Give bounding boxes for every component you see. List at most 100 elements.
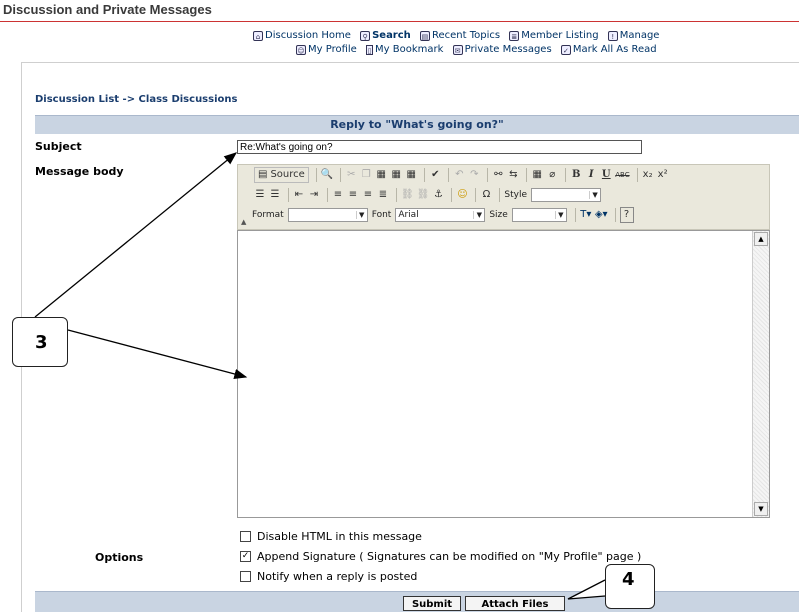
replace-icon[interactable]: ⇆ [507, 168, 519, 182]
outdent-icon[interactable]: ⇤ [293, 188, 305, 202]
anchor-icon[interactable]: ⚓ [432, 188, 444, 202]
indent-icon[interactable]: ⇥ [308, 188, 320, 202]
link-icon[interactable]: ⛓ [401, 188, 414, 202]
numbered-list-icon[interactable]: ☰ [254, 188, 266, 202]
nav-my-profile-label: My Profile [308, 44, 357, 55]
nav-private-messages[interactable]: ✉ Private Messages [452, 44, 552, 55]
toolbar-separator [396, 188, 397, 202]
message-body-editor[interactable]: ▲ ▼ [237, 230, 770, 518]
underline-icon[interactable]: U [600, 168, 612, 182]
bold-icon[interactable]: B [570, 168, 582, 182]
bulleted-list-icon[interactable]: ☰ [269, 188, 281, 202]
superscript-icon[interactable]: x² [657, 168, 669, 182]
attach-files-button[interactable]: Attach Files [465, 596, 565, 611]
chevron-down-icon: ▼ [473, 211, 484, 219]
spellcheck-icon[interactable]: ✔ [429, 168, 441, 182]
format-select[interactable]: ▼ [287, 208, 368, 222]
toolbar-collapse-icon[interactable]: ▲ [241, 218, 246, 226]
options-label: Options [95, 551, 144, 564]
nav-discussion-home-label: Discussion Home [265, 30, 351, 41]
scroll-down-icon[interactable]: ▼ [754, 502, 768, 516]
toolbar-separator [614, 208, 616, 222]
paste-text-icon[interactable]: ▦ [390, 168, 402, 182]
style-select[interactable]: ▼ [531, 188, 602, 202]
align-left-icon[interactable]: ≡ [332, 188, 344, 202]
copy-icon[interactable]: ❐ [360, 168, 372, 182]
paste-icon[interactable]: ▦ [375, 168, 387, 182]
app-title: Discussion and Private Messages [3, 2, 212, 17]
unlink-icon[interactable]: ⛓ [417, 188, 430, 202]
undo-icon[interactable]: ↶ [453, 168, 465, 182]
size-select[interactable]: ▼ [511, 208, 567, 222]
notify-reply-checkbox[interactable] [240, 571, 251, 582]
append-signature-checkbox[interactable]: ✓ [240, 551, 251, 562]
justify-icon[interactable]: ≣ [377, 188, 389, 202]
background-color-icon[interactable]: ◈▾ [595, 208, 608, 222]
font-value: Arial [398, 210, 419, 220]
nav-recent-topics[interactable]: ▤ Recent Topics [419, 30, 500, 41]
bookmark-icon: ▯ [366, 44, 374, 55]
toolbar-separator [327, 188, 328, 202]
nav-discussion-home[interactable]: ⌂ Discussion Home [253, 30, 351, 41]
special-char-icon[interactable]: Ω [480, 188, 492, 202]
disable-html-checkbox[interactable] [240, 531, 251, 542]
align-right-icon[interactable]: ≡ [362, 188, 374, 202]
option-disable-html[interactable]: Disable HTML in this message [240, 530, 422, 543]
nav-member-listing[interactable]: ≣ Member Listing [509, 30, 599, 41]
chevron-down-icon: ▼ [355, 211, 367, 219]
breadcrumb[interactable]: Discussion List -> Class Discussions [35, 94, 237, 105]
toolbar-separator [574, 208, 576, 222]
title-divider [0, 21, 799, 22]
subject-input[interactable] [237, 140, 642, 154]
text-color-icon[interactable]: T▾ [580, 208, 592, 222]
toolbar-row-3: Format ▼ Font Arial ▼ Size ▼ T▾ ◈▾ ? [248, 206, 637, 224]
option-notify-reply[interactable]: Notify when a reply is posted [240, 570, 417, 583]
redo-icon[interactable]: ↷ [468, 168, 480, 182]
nav-my-bookmark[interactable]: ▯ My Bookmark [366, 44, 443, 55]
scroll-up-icon[interactable]: ▲ [754, 232, 768, 246]
option-disable-html-label: Disable HTML in this message [257, 530, 422, 543]
nav-my-profile[interactable]: ☺ My Profile [296, 44, 357, 55]
editor-scrollbar[interactable]: ▲ ▼ [752, 231, 769, 517]
toolbar-separator [448, 168, 450, 182]
strikethrough-icon[interactable]: ABC [615, 168, 629, 182]
private-messages-icon: ✉ [452, 44, 463, 55]
toolbar-separator [499, 188, 501, 202]
cut-icon[interactable]: ✂ [345, 168, 357, 182]
mark-read-icon: ✓ [560, 44, 571, 55]
find-icon[interactable]: ⚯ [492, 168, 504, 182]
source-button[interactable]: ▤ Source [254, 167, 309, 183]
nav-search-label: Search [372, 30, 411, 41]
search-icon: ⚲ [360, 30, 371, 41]
toolbar-separator [565, 168, 567, 182]
message-body-label: Message body [35, 165, 124, 178]
nav-mark-all-read-label: Mark All As Read [572, 44, 657, 55]
option-notify-reply-label: Notify when a reply is posted [257, 570, 418, 583]
source-label: Source [270, 169, 305, 180]
subscript-icon[interactable]: x₂ [642, 168, 654, 182]
nav-manage[interactable]: ! Manage [607, 30, 659, 41]
preview-icon[interactable]: 🔍 [321, 168, 333, 182]
toolbar-separator [451, 188, 453, 202]
italic-icon[interactable]: I [585, 168, 597, 182]
nav-private-messages-label: Private Messages [464, 44, 552, 55]
font-select[interactable]: Arial ▼ [395, 208, 486, 222]
toolbar-separator [487, 168, 489, 182]
nav-mark-all-read[interactable]: ✓ Mark All As Read [560, 44, 657, 55]
submit-button[interactable]: Submit [403, 596, 461, 611]
nav-search[interactable]: ⚲ Search [360, 30, 411, 41]
toolbar-row-1: ▤ Source 🔍 ✂ ❐ ▦ ▦ ▦ ✔ ↶ ↷ ⚯ ⇆ ▦ ⌀ B I U … [254, 166, 672, 184]
smiley-icon[interactable]: ☺ [456, 188, 468, 202]
select-all-icon[interactable]: ▦ [531, 168, 543, 182]
help-icon[interactable]: ? [619, 207, 634, 223]
chevron-down-icon: ▼ [589, 191, 600, 199]
option-append-signature[interactable]: ✓ Append Signature ( Signatures can be mo… [240, 550, 641, 563]
toolbar-separator [315, 168, 317, 182]
format-label: Format [252, 210, 284, 220]
subject-label: Subject [35, 140, 82, 153]
remove-format-icon[interactable]: ⌀ [546, 168, 558, 182]
option-append-signature-label: Append Signature ( Signatures can be mod… [257, 550, 642, 563]
editor-toolbar: ▤ Source 🔍 ✂ ❐ ▦ ▦ ▦ ✔ ↶ ↷ ⚯ ⇆ ▦ ⌀ B I U … [237, 164, 770, 230]
paste-word-icon[interactable]: ▦ [405, 168, 417, 182]
align-center-icon[interactable]: ≡ [347, 188, 359, 202]
